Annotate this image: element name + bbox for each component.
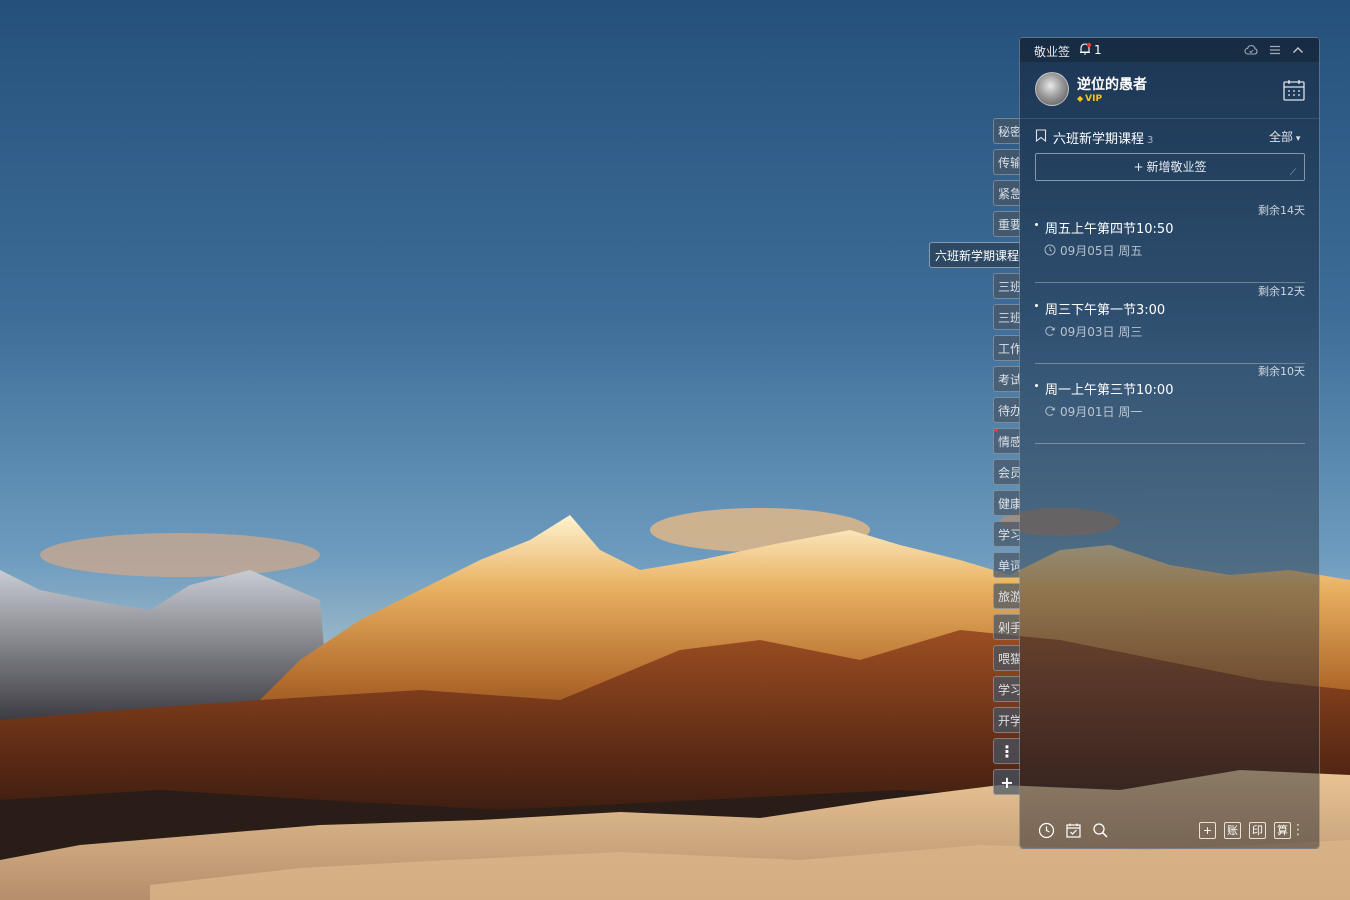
side-tab-add-button[interactable]: + [993,769,1020,795]
side-tab-emotion[interactable]: 情感 [993,428,1020,454]
task-title: 周三下午第一节3:00 [1045,303,1166,318]
side-tab-exam[interactable]: 考试 [993,366,1020,392]
side-tab-feed-cat[interactable]: 喂猫 [993,645,1020,671]
plus-icon: + [1133,160,1144,174]
list-count: 3 [1147,135,1154,146]
search-icon[interactable] [1092,822,1109,839]
side-tab-secret[interactable]: 秘密 [993,118,1020,144]
side-tab-travel[interactable]: 旅游 [993,583,1020,609]
task-bullet [1035,223,1038,226]
task-title: 周一上午第三节10:00 [1045,383,1174,398]
task-remaining: 剩余10天 [1258,365,1305,378]
side-tab-work[interactable]: 工作 [993,335,1020,361]
side-tab-transfer[interactable]: 传输 [993,149,1020,175]
side-tab-urgent[interactable]: 紧急 [993,180,1020,206]
side-tab-class6-course[interactable]: 六班新学期课程 [929,242,1020,268]
side-tab-todo[interactable]: 待办 [993,397,1020,423]
panel-titlebar[interactable]: 敬业签 1 [1020,38,1319,62]
more-options-icon[interactable]: ⋮ [1291,822,1305,839]
user-name[interactable]: 逆位的愚者 [1077,74,1147,94]
side-tab-school-start[interactable]: 开学 [993,707,1020,733]
list-title-text: 六班新学期课程 [1053,132,1145,147]
side-tab-health[interactable]: 健康 [993,490,1020,516]
bookmark-icon [1035,129,1047,142]
repeat-icon [1045,326,1055,336]
side-tab-study-a[interactable]: 学习 [993,521,1020,547]
header-divider [1020,118,1319,119]
side-tab-words[interactable]: 单词 [993,552,1020,578]
task-date: 09月03日 周三 [1060,325,1143,339]
history-clock-icon[interactable] [1038,822,1055,839]
side-tab-member[interactable]: 会员 [993,459,1020,485]
side-tab-shopping[interactable]: 剁手 [993,614,1020,640]
add-note-label: 新增敬业签 [1146,160,1207,174]
collapse-chevron-up-icon[interactable] [1291,43,1305,57]
calculator-tool-button[interactable]: 算 [1274,822,1291,839]
vip-badge: VIP [1077,94,1102,104]
bell-icon[interactable] [1078,42,1092,56]
bottom-toolbar: + 账 印 算 ⋮ [1020,814,1319,848]
repeat-icon [1045,406,1055,416]
checklist-icon[interactable] [1065,822,1082,839]
task-bullet [1035,384,1038,387]
task-item[interactable]: 剩余12天 周三下午第一节3:00 09月03日 周三 [1035,283,1305,364]
app-title: 敬业签 [1034,45,1071,59]
print-tool-button[interactable]: 印 [1249,822,1266,839]
task-title: 周五上午第四节10:50 [1045,222,1174,237]
cloud-sync-icon[interactable] [1244,43,1258,57]
sticky-note-panel: 敬业签 1 逆位的愚者 VIP 六班新学期课程3 全部 +新增敬业签 ⟋ [1019,37,1320,849]
task-divider [1035,443,1305,444]
add-note-button[interactable]: + 新增敬业签 ⟋ [1035,153,1305,181]
list-title: 六班新学期课程 3 [1053,128,1153,147]
task-item[interactable]: 剩余10天 周一上午第三节10:00 09月01日 周一 [1035,363,1305,444]
ledger-tool-button[interactable]: 账 [1224,822,1241,839]
expand-corner-icon[interactable]: ⟋ [1290,160,1296,186]
side-tab-study-b[interactable]: 学习 [993,676,1020,702]
filter-dropdown[interactable]: 全部 [1269,128,1300,145]
menu-icon[interactable] [1268,43,1282,57]
user-avatar[interactable] [1035,72,1069,106]
task-bullet [1035,304,1038,307]
clock-icon [1044,244,1056,256]
task-remaining: 剩余14天 [1258,204,1305,217]
side-tab-class3-b[interactable]: 三班 [993,304,1020,330]
task-date: 09月05日 周五 [1060,244,1143,258]
calendar-icon[interactable] [1282,78,1306,102]
task-item[interactable]: 剩余14天 周五上午第四节10:50 09月05日 周五 [1035,202,1305,283]
notification-count: 1 [1094,43,1102,57]
side-tab-class3-a[interactable]: 三班 [993,273,1020,299]
side-tab-more-button[interactable]: ⋮ [993,738,1020,764]
add-tool-button[interactable]: + [1199,822,1216,839]
task-remaining: 剩余12天 [1258,285,1305,298]
task-date: 09月01日 周一 [1060,405,1143,419]
side-tab-important[interactable]: 重要 [993,211,1020,237]
